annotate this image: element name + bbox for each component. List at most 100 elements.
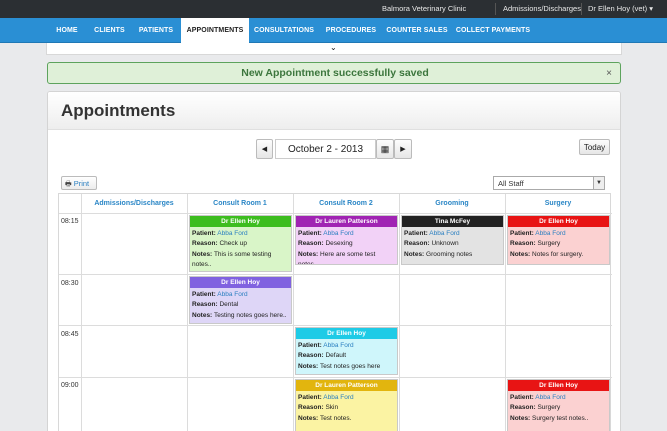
- appointment-reason-row: Reason: Desexing: [298, 239, 395, 249]
- calendar-button[interactable]: ▦: [376, 139, 394, 159]
- patient-label: Patient:: [404, 230, 428, 237]
- notes-label: Notes:: [510, 414, 531, 422]
- reason-value: Surgery: [537, 240, 561, 248]
- nav-counter-sales[interactable]: COUNTER SALES: [383, 18, 451, 43]
- user-name: Dr Ellen Hoy (vet): [588, 4, 648, 13]
- print-label: Print: [73, 179, 90, 188]
- appointment-staff: Dr Lauren Patterson: [296, 216, 397, 227]
- date-display[interactable]: October 2 - 2013: [275, 139, 376, 159]
- appointment-notes-row: Notes: Surgery test notes..: [510, 414, 607, 424]
- patient-link[interactable]: Abba Ford: [429, 230, 459, 237]
- reason-value: Surgery: [537, 404, 561, 412]
- appointment-reason-row: Reason: Unknown: [404, 239, 501, 249]
- patient-link[interactable]: Abba Ford: [323, 342, 353, 349]
- close-icon[interactable]: ×: [606, 63, 612, 84]
- reason-value: Dental: [219, 301, 239, 309]
- next-day-button[interactable]: ▶: [394, 139, 412, 159]
- nav-collect-payments[interactable]: COLLECT PAYMENTS: [451, 18, 535, 43]
- patient-label: Patient:: [298, 394, 322, 401]
- patient-label: Patient:: [298, 342, 322, 349]
- appointment-card[interactable]: Dr Lauren Patterson Patient: Abba Ford Rea…: [295, 379, 398, 431]
- time-slot-label: 08:15: [61, 218, 79, 225]
- admissions-link[interactable]: Admissions/Discharges: [503, 0, 581, 18]
- notes-label: Notes:: [298, 362, 319, 370]
- staff-filter-select[interactable]: All Staff ▼: [493, 176, 605, 190]
- appointment-details: Patient: Abba Ford Reason: Unknown Notes: …: [402, 227, 503, 260]
- appointment-card[interactable]: Dr Lauren Patterson Patient: Abba Ford Rea…: [295, 215, 398, 265]
- patient-label: Patient:: [192, 291, 216, 298]
- success-alert: New Appointment successfully saved ×: [47, 62, 621, 84]
- patient-link[interactable]: Abba Ford: [323, 230, 353, 237]
- appointment-card[interactable]: Dr Ellen Hoy Patient: Abba Ford Reason: Su…: [507, 215, 610, 265]
- chevron-down-icon: ▾: [649, 4, 654, 13]
- reason-value: Desexing: [325, 240, 353, 248]
- appointment-card[interactable]: Tina McFey Patient: Abba Ford Reason: Unkn…: [401, 215, 504, 265]
- patient-link[interactable]: Abba Ford: [323, 394, 353, 401]
- reason-label: Reason:: [192, 240, 218, 248]
- appointment-patient-row: Patient: Abba Ford: [404, 229, 501, 239]
- user-menu[interactable]: Dr Ellen Hoy (vet) ▾: [588, 0, 653, 18]
- reason-value: Check up: [219, 240, 247, 248]
- patient-link[interactable]: Abba Ford: [217, 230, 247, 237]
- notes-label: Notes:: [192, 311, 213, 319]
- notes-value: Surgery test notes..: [532, 414, 589, 422]
- appointment-staff: Dr Ellen Hoy: [508, 216, 609, 227]
- grid-line: [81, 194, 82, 431]
- appointment-card[interactable]: Dr Ellen Hoy Patient: Abba Ford Reason: De…: [189, 276, 292, 324]
- patient-link[interactable]: Abba Ford: [217, 291, 247, 298]
- appointment-staff: Dr Ellen Hoy: [190, 216, 291, 227]
- prev-day-button[interactable]: ◀: [256, 139, 273, 159]
- nav-clients[interactable]: CLIENTS: [88, 18, 131, 43]
- reason-label: Reason:: [298, 352, 324, 360]
- patient-link[interactable]: Abba Ford: [535, 394, 565, 401]
- main-nav: HOME CLIENTS PATIENTS APPOINTMENTS CONSU…: [0, 18, 667, 44]
- appointment-details: Patient: Abba Ford Reason: Surgery Notes: …: [508, 391, 609, 424]
- column-header-surgery[interactable]: Surgery: [505, 194, 611, 213]
- nav-home[interactable]: HOME: [46, 18, 88, 43]
- nav-patients[interactable]: PATIENTS: [131, 18, 181, 43]
- appointment-card[interactable]: Dr Ellen Hoy Patient: Abba Ford Reason: Ch…: [189, 215, 292, 272]
- notes-label: Notes:: [404, 250, 425, 258]
- reason-label: Reason:: [404, 240, 430, 248]
- notes-label: Notes:: [510, 250, 531, 258]
- appointment-patient-row: Patient: Abba Ford: [298, 341, 395, 351]
- notes-value: Grooming notes: [426, 250, 473, 258]
- column-header-consult-room-2[interactable]: Consult Room 2: [293, 194, 399, 213]
- appointment-details: Patient: Abba Ford Reason: Check up Notes:…: [190, 227, 291, 270]
- subnav-toggle[interactable]: ⌄: [46, 43, 622, 55]
- notes-value: Notes for surgery.: [532, 250, 584, 258]
- nav-consultations[interactable]: CONSULTATIONS: [249, 18, 319, 43]
- appointment-details: Patient: Abba Ford Reason: Desexing Notes:…: [296, 227, 397, 264]
- appointment-notes-row: Notes: Testing notes goes here..: [192, 311, 289, 321]
- appointment-card[interactable]: Dr Ellen Hoy Patient: Abba Ford Reason: Su…: [507, 379, 610, 431]
- patient-label: Patient:: [192, 230, 216, 237]
- appointment-card[interactable]: Dr Ellen Hoy Patient: Abba Ford Reason: De…: [295, 327, 398, 375]
- notes-label: Notes:: [298, 414, 319, 422]
- appointment-staff: Dr Ellen Hoy: [296, 328, 397, 339]
- nav-procedures[interactable]: PROCEDURES: [319, 18, 383, 43]
- appointment-staff: Dr Ellen Hoy: [190, 277, 291, 288]
- panel-header: Appointments: [48, 92, 620, 130]
- calendar-icon: ▦: [380, 144, 390, 154]
- grid-line: [59, 377, 612, 378]
- column-header-admissions[interactable]: Admissions/Discharges: [81, 194, 187, 213]
- appointment-notes-row: Notes: This is some testing notes..: [192, 250, 289, 271]
- patient-label: Patient:: [510, 230, 534, 237]
- clinic-name[interactable]: Balmora Veterinary Clinic: [382, 0, 466, 18]
- reason-label: Reason:: [510, 240, 536, 248]
- reason-value: Default: [325, 352, 347, 360]
- reason-value: Skin: [325, 404, 339, 412]
- today-button[interactable]: Today: [579, 139, 610, 155]
- chevron-left-icon: ◀: [261, 146, 268, 153]
- chevron-down-icon: ▼: [593, 177, 604, 189]
- notes-value: Test notes.: [319, 414, 352, 422]
- appointment-reason-row: Reason: Check up: [192, 239, 289, 249]
- column-header-grooming[interactable]: Grooming: [399, 194, 505, 213]
- appointment-details: Patient: Abba Ford Reason: Dental Notes: T…: [190, 288, 291, 321]
- appointment-patient-row: Patient: Abba Ford: [192, 229, 289, 239]
- print-button[interactable]: 🖶 Print: [61, 176, 97, 190]
- column-header-consult-room-1[interactable]: Consult Room 1: [187, 194, 293, 213]
- nav-appointments[interactable]: APPOINTMENTS: [181, 18, 249, 44]
- topbar-divider: [581, 3, 582, 15]
- patient-link[interactable]: Abba Ford: [535, 230, 565, 237]
